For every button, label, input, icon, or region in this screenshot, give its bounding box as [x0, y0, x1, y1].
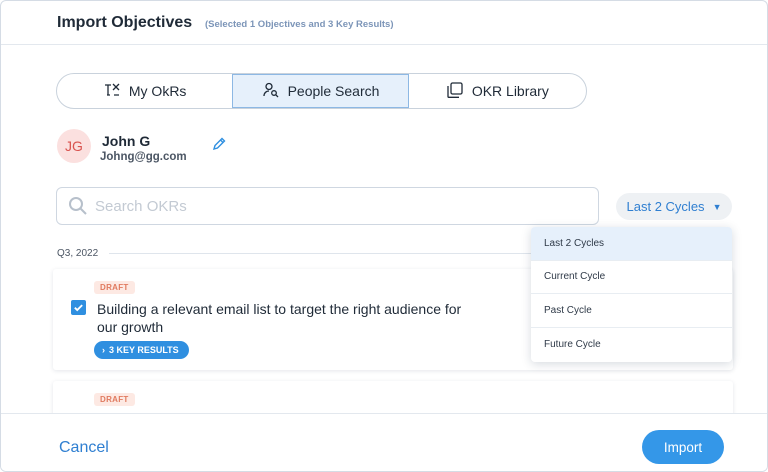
search-input[interactable]: [95, 197, 575, 215]
cycle-filter-select[interactable]: Last 2 Cycles ▼: [616, 193, 732, 220]
dialog-footer: Cancel Import: [1, 413, 767, 471]
cycle-option-past[interactable]: Past Cycle: [531, 294, 732, 328]
person-search-icon: [262, 81, 280, 102]
selection-summary: (Selected 1 Objectives and 3 Key Results…: [205, 19, 394, 30]
objective-title: Building a relevant email list to target…: [97, 301, 462, 335]
cancel-button[interactable]: Cancel: [59, 439, 109, 457]
source-tabs: My OkRs People Search OKR Library: [56, 73, 587, 109]
tab-my-okrs[interactable]: My OkRs: [57, 74, 232, 108]
avatar: JG: [57, 129, 91, 163]
status-badge: DRAFT: [94, 393, 135, 406]
checkmark-icon: [74, 304, 83, 312]
tab-okr-library[interactable]: OKR Library: [409, 74, 586, 108]
status-badge: DRAFT: [94, 281, 135, 294]
tab-okr-library-label: OKR Library: [471, 83, 549, 99]
dialog-header: Import Objectives (Selected 1 Objectives…: [1, 1, 767, 45]
cycle-dropdown-menu: Last 2 Cycles Current Cycle Past Cycle F…: [531, 227, 732, 362]
objective-checkbox[interactable]: [71, 300, 86, 315]
key-results-toggle[interactable]: › 3 KEY RESULTS: [94, 341, 189, 359]
edit-pencil-icon[interactable]: [211, 136, 227, 152]
my-okrs-icon: [103, 81, 121, 102]
tab-my-okrs-label: My OkRs: [128, 83, 187, 99]
section-divider: [109, 253, 539, 254]
tab-people-search-label: People Search: [287, 83, 380, 99]
caret-down-icon: ▼: [712, 201, 722, 212]
key-results-count: 3 KEY RESULTS: [109, 345, 179, 355]
chevron-right-icon: ›: [102, 345, 105, 355]
tab-people-search[interactable]: People Search: [232, 74, 409, 108]
cycle-option-current[interactable]: Current Cycle: [531, 261, 732, 294]
library-icon: [446, 81, 464, 102]
cycle-option-future[interactable]: Future Cycle: [531, 328, 732, 362]
search-field: [56, 187, 599, 225]
import-button[interactable]: Import: [642, 430, 724, 464]
user-name: John G: [102, 133, 151, 149]
cycle-section-label: Q3, 2022: [57, 248, 99, 259]
search-icon: [67, 195, 89, 217]
cycle-option-last-2[interactable]: Last 2 Cycles: [531, 227, 732, 261]
user-email: Johng@gg.com: [100, 151, 187, 163]
dialog-title: Import Objectives: [57, 14, 193, 31]
import-objectives-dialog: Import Objectives (Selected 1 Objectives…: [0, 0, 768, 472]
cycle-filter-value: Last 2 Cycles: [626, 199, 705, 214]
